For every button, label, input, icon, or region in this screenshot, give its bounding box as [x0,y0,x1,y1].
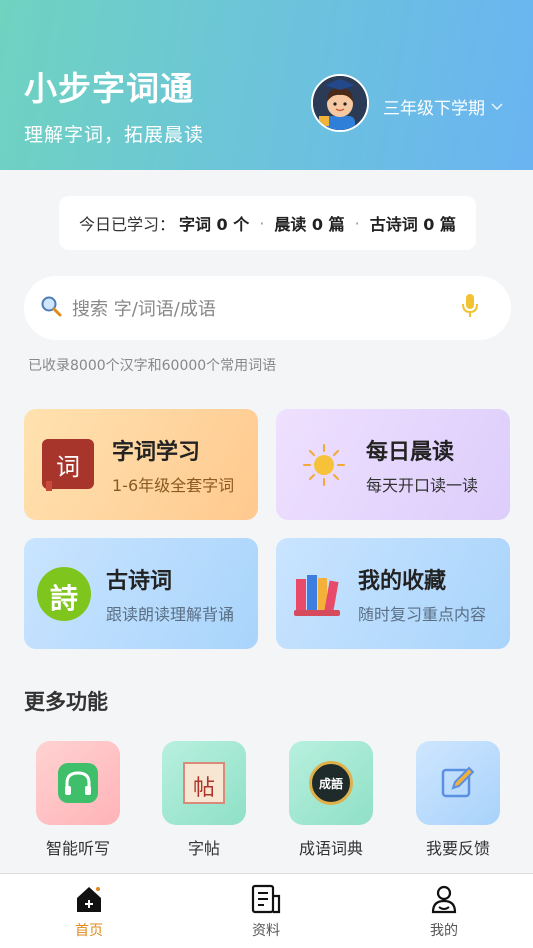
func-label: 我要反馈 [425,839,490,858]
today-label: 今日已学习： [78,215,175,234]
home-icon [73,887,105,918]
func-idiom-dictionary[interactable]: 成語 成语词典 [289,741,373,859]
idiom-glyph: 成語 [318,776,343,791]
tab-label: 我的 [430,923,458,939]
card-title: 字词学习 [112,439,201,465]
search-bar[interactable]: 搜索 字/词语/成语 [24,276,511,340]
books-icon [292,569,342,619]
bottom-tab-bar: 首页 资料 我的 [0,873,533,948]
tab-home[interactable]: 首页 [49,884,129,940]
today-reading: 晨读 0 篇 [274,215,345,234]
func-label: 成语词典 [298,839,363,858]
student-avatar-icon[interactable] [311,74,369,132]
func-label: 智能听写 [45,839,110,858]
card-favorites[interactable]: 我的收藏 随时复习重点内容 [276,538,510,649]
ci-book-icon: 词 [40,437,96,493]
search-icon [40,295,62,321]
search-input[interactable]: 搜索 字/词语/成语 [72,295,461,321]
copybook-icon: 帖 [162,741,246,825]
more-functions-title: 更多功能 [24,690,108,714]
card-subtitle: 随时复习重点内容 [358,604,487,624]
tab-label: 首页 [75,923,103,939]
tab-mine[interactable]: 我的 [404,884,484,940]
card-morning-reading[interactable]: 每日晨读 每天开口读一读 [276,409,510,520]
separator-dot: · [354,213,360,233]
card-subtitle: 每天开口读一读 [366,475,479,495]
func-feedback[interactable]: 我要反馈 [416,741,500,859]
document-icon [250,884,282,918]
card-title: 古诗词 [106,568,173,594]
today-poems: 古诗词 0 篇 [369,215,457,234]
card-word-study[interactable]: 词 字词学习 1-6年级全套字词 [24,409,258,520]
grade-selector[interactable]: 三年级下学期 [383,94,503,119]
app-title: 小步字词通 [24,69,194,108]
sun-icon [302,443,346,487]
func-copybook[interactable]: 帖 字帖 [162,741,246,859]
idiom-dictionary-icon: 成語 [289,741,373,825]
app-subtitle: 理解字词，拓展晨读 [24,124,205,146]
collection-note: 已收录8000个汉字和60000个常用词语 [28,358,277,374]
user-icon [428,885,460,918]
card-ancient-poetry[interactable]: 詩 古诗词 跟读朗读理解背诵 [24,538,258,649]
card-title: 我的收藏 [358,568,447,594]
headphones-icon [36,741,120,825]
microphone-icon[interactable] [461,293,479,323]
poem-glyph: 詩 [49,581,78,615]
today-words: 字词 0 个 [178,215,250,234]
func-smart-dictation[interactable]: 智能听写 [36,741,120,859]
card-subtitle: 跟读朗读理解背诵 [106,604,235,624]
grade-label: 三年级下学期 [383,99,485,119]
separator-dot: · [259,213,265,233]
func-label: 字帖 [187,839,220,858]
header: 小步字词通 理解字词，拓展晨读 三年级下学期 [0,0,533,170]
feedback-edit-icon [416,741,500,825]
chevron-down-icon [491,100,503,114]
tab-label: 资料 [252,923,280,939]
poem-icon: 詩 [36,566,92,622]
tab-materials[interactable]: 资料 [226,884,306,940]
card-title: 每日晨读 [366,439,455,465]
copybook-glyph: 帖 [192,776,215,801]
ci-glyph: 词 [56,452,80,481]
today-stats: 今日已学习： 字词 0 个 · 晨读 0 篇 · 古诗词 0 篇 [59,196,476,250]
card-subtitle: 1-6年级全套字词 [112,475,235,495]
